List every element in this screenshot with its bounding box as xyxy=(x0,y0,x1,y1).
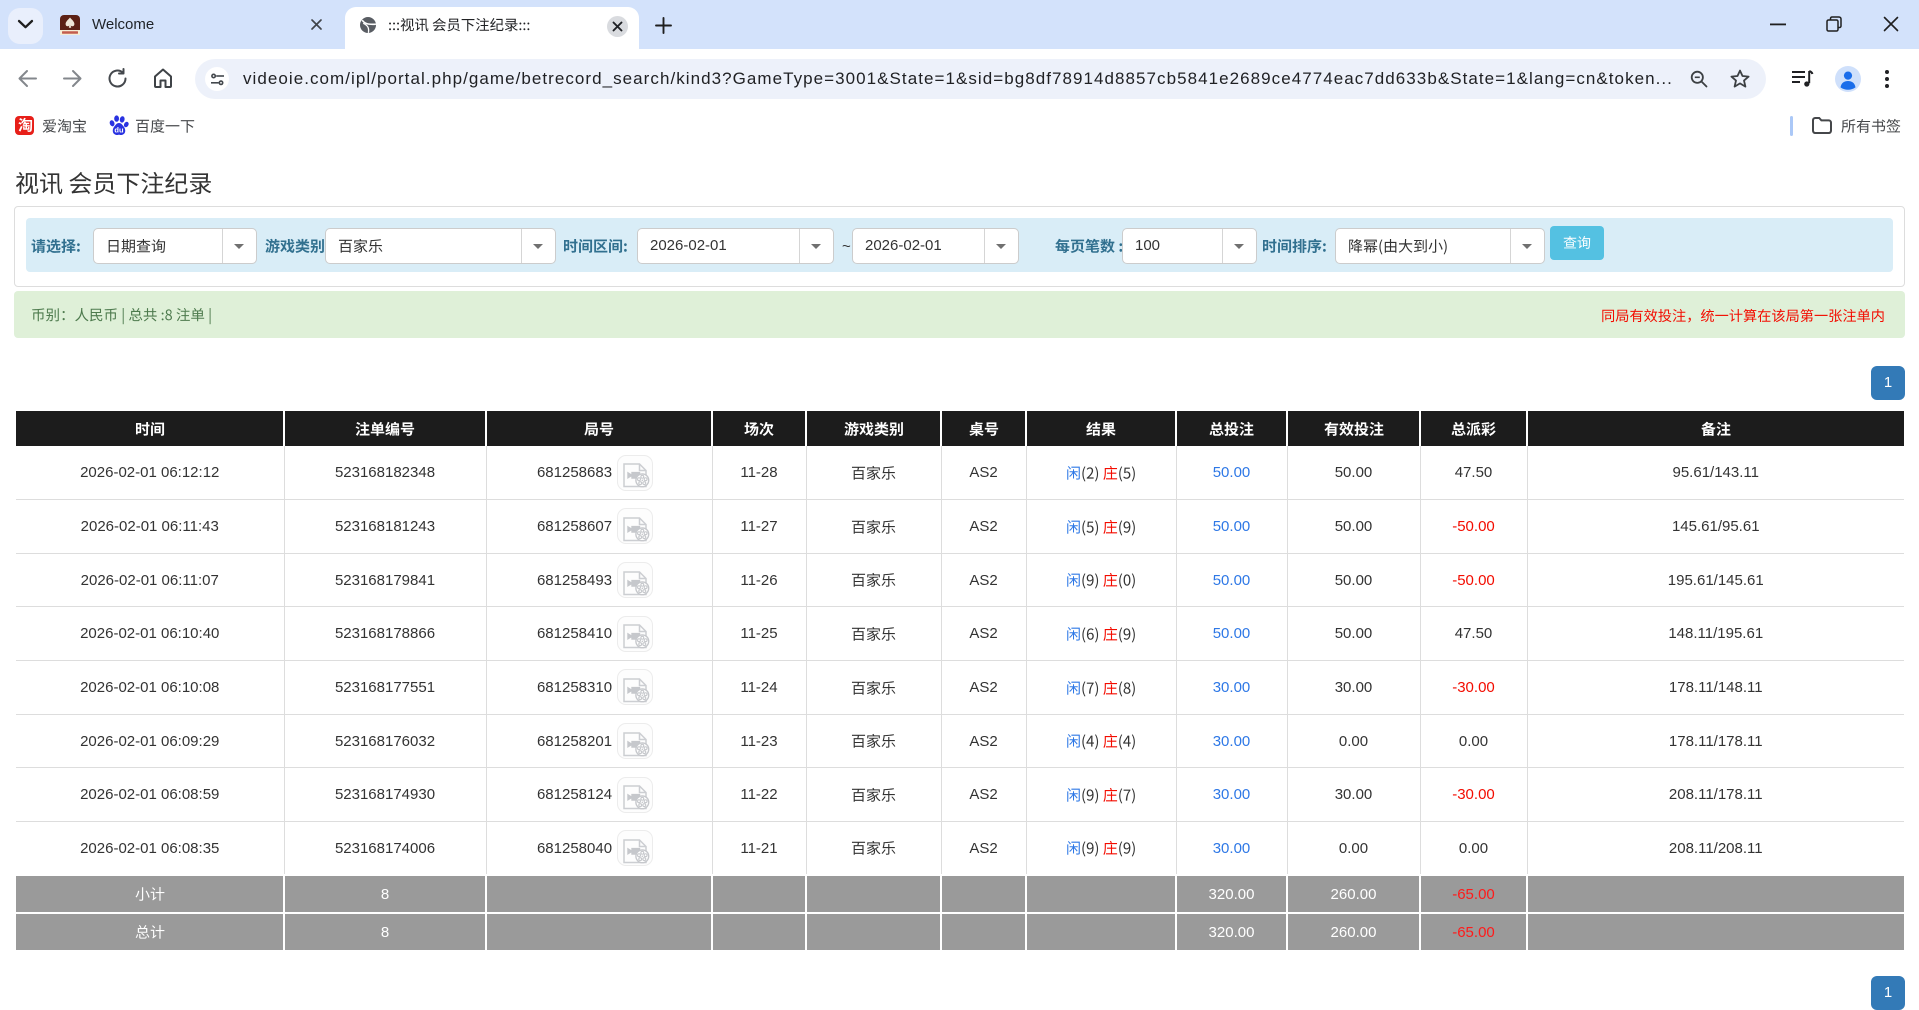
svg-text:du: du xyxy=(114,125,124,134)
